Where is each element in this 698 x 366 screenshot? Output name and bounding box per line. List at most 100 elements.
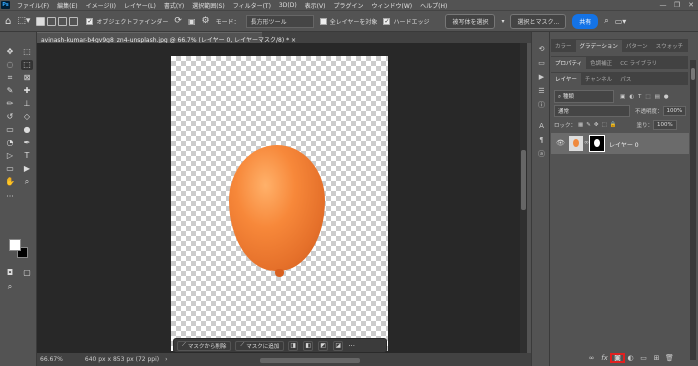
new-selection-icon[interactable]	[36, 16, 46, 26]
eyedropper-tool-icon[interactable]: ✎	[4, 86, 16, 96]
minimize-icon[interactable]: —	[656, 1, 670, 9]
menu-filter[interactable]: フィルター(T)	[229, 1, 275, 10]
crop-tool-icon[interactable]: ⌗	[4, 73, 16, 83]
brush-tool-icon[interactable]: ✏	[4, 99, 16, 109]
panel-scrollbar[interactable]	[690, 60, 696, 360]
close-icon[interactable]: ✕	[684, 1, 698, 9]
healing-brush-tool-icon[interactable]: ✚	[21, 86, 33, 96]
filter-adjustment-icon[interactable]: ◐	[629, 94, 634, 100]
menu-image[interactable]: イメージ(I)	[82, 1, 120, 10]
tab-color[interactable]: カラー	[551, 40, 576, 52]
zoom-hand-icon[interactable]: ✋	[4, 177, 16, 187]
menu-view[interactable]: 表示(V)	[301, 1, 330, 10]
select-subject-button[interactable]: 被写体を選択	[445, 13, 496, 29]
mode-select[interactable]: 長方形ツール	[245, 14, 314, 28]
blend-mode-select[interactable]: 通常	[554, 105, 630, 117]
subtract-selection-icon[interactable]	[58, 16, 68, 26]
add-selection-icon[interactable]	[47, 16, 57, 26]
more-tools-icon[interactable]: ···	[4, 192, 16, 202]
tab-gradient[interactable]: グラデーション	[575, 40, 622, 52]
home-icon[interactable]: ⌂	[5, 16, 11, 27]
marquee-tool-icon[interactable]: ⬚	[21, 47, 33, 57]
adjustment-layer-icon[interactable]: ◐	[624, 354, 637, 362]
menu-type[interactable]: 書式(Y)	[160, 1, 188, 10]
menu-plugins[interactable]: プラグイン	[329, 1, 367, 10]
gradient-tool-icon[interactable]: ▭	[4, 125, 16, 135]
comments-icon[interactable]: ▭	[537, 59, 546, 68]
object-finder-toggle[interactable]: ✓ オブジェクトファインダー	[86, 17, 168, 26]
tab-adjustments[interactable]: 色調補正	[586, 57, 616, 69]
menu-edit[interactable]: 編集(E)	[53, 1, 81, 10]
tab-paths[interactable]: パス	[616, 73, 635, 85]
quick-mask-icon[interactable]: ◘	[4, 268, 16, 278]
menu-file[interactable]: ファイル(F)	[13, 1, 53, 10]
new-layer-icon[interactable]: ⊞	[650, 354, 663, 362]
intersect-selection-icon[interactable]	[69, 16, 79, 26]
character-icon[interactable]: A	[537, 122, 546, 131]
share-button[interactable]: 共有	[572, 13, 599, 29]
tab-swatches[interactable]: スウォッチ	[652, 40, 688, 52]
visibility-eye-icon[interactable]: 👁	[556, 139, 565, 147]
hand-tool-icon[interactable]: ▶	[21, 164, 33, 174]
status-chevron-icon[interactable]: ›	[165, 356, 167, 363]
new-group-icon[interactable]: ▭	[637, 354, 650, 362]
show-objects-icon[interactable]: ▣	[188, 17, 196, 26]
search-tool-icon[interactable]: ⌕	[4, 282, 16, 292]
tab-channels[interactable]: チャンネル	[581, 73, 616, 85]
pen-tool-icon[interactable]: ✒	[21, 138, 33, 148]
history-brush-tool-icon[interactable]: ↺	[4, 112, 16, 122]
layer-kind-filter[interactable]: ⌕ 種類	[554, 90, 614, 103]
rectangle-tool-icon[interactable]: ▭	[4, 164, 16, 174]
lock-all-icon[interactable]: 🔒	[610, 122, 617, 128]
brush-settings-icon[interactable]: ☰	[537, 87, 546, 96]
search-icon[interactable]: ⌕	[604, 16, 608, 26]
fill-input[interactable]: 100%	[653, 120, 677, 130]
lock-transparency-icon[interactable]: ▦	[578, 122, 583, 128]
zoom-level[interactable]: 66.67%	[40, 356, 63, 363]
layer-thumbnail[interactable]	[569, 136, 583, 151]
refresh-icon[interactable]: ⟳	[174, 16, 182, 26]
delete-layer-icon[interactable]: 🗑	[663, 354, 676, 362]
fx-icon[interactable]: fx	[598, 354, 611, 362]
object-selection-tool-icon[interactable]: ⬚	[21, 60, 33, 70]
vertical-scroll-thumb[interactable]	[521, 150, 526, 210]
mask-option-icon[interactable]: ◧	[303, 340, 314, 351]
zoom-tool-icon[interactable]: ⌕	[21, 177, 33, 187]
filter-type-icon[interactable]: T	[638, 94, 641, 100]
menu-select[interactable]: 選択範囲(S)	[188, 1, 229, 10]
path-selection-tool-icon[interactable]: T	[21, 151, 33, 161]
menu-layer[interactable]: レイヤー(L)	[120, 1, 160, 10]
link-layers-icon[interactable]: ∞	[585, 354, 598, 362]
blur-tool-icon[interactable]: ●	[21, 125, 33, 135]
more-options-icon[interactable]: ···	[348, 342, 355, 350]
tab-cc-libraries[interactable]: CC ライブラリ	[616, 57, 661, 69]
all-layers-toggle[interactable]: 全レイヤーを対象	[319, 17, 377, 26]
filter-pixel-icon[interactable]: ▣	[620, 94, 625, 100]
horizontal-scroll-thumb[interactable]	[260, 358, 360, 363]
lock-image-icon[interactable]: ✎	[586, 122, 591, 128]
mask-link-icon[interactable]: ∞	[584, 139, 589, 146]
glyphs-icon[interactable]: ⓐ	[537, 150, 546, 159]
chevron-down-icon[interactable]: ▾	[501, 18, 504, 25]
clone-stamp-tool-icon[interactable]: ⊥	[21, 99, 33, 109]
tab-patterns[interactable]: パターン	[622, 40, 652, 52]
dodge-tool-icon[interactable]: ◔	[4, 138, 16, 148]
mask-feather-icon[interactable]: ◪	[333, 340, 344, 351]
document-tab[interactable]: avinash-kumar-b4gv9g8_zn4-unsplash.jpg @…	[37, 32, 296, 44]
subtract-from-mask-button[interactable]: ⟋ マスクから削除	[177, 340, 232, 351]
hard-edge-toggle[interactable]: ✓ ハードエッジ	[383, 17, 429, 26]
maximize-icon[interactable]: ❐	[670, 1, 684, 9]
add-layer-mask-icon[interactable]: ◙	[610, 353, 625, 363]
paragraph-icon[interactable]: ¶	[537, 136, 546, 145]
filter-shape-icon[interactable]: ⬚	[645, 94, 650, 100]
actions-icon[interactable]: ▶	[537, 73, 546, 82]
settings-gear-icon[interactable]: ⚙	[202, 16, 210, 26]
add-to-mask-button[interactable]: ⟋ マスクに追加	[235, 340, 285, 351]
panel-scroll-thumb[interactable]	[691, 68, 695, 80]
opacity-input[interactable]: 100%	[662, 106, 687, 116]
type-tool-icon[interactable]: ▷	[4, 151, 16, 161]
menu-3d[interactable]: 3D(D)	[275, 2, 301, 9]
move-tool-icon[interactable]: ✥	[4, 47, 16, 57]
layer-mask-thumbnail[interactable]	[589, 135, 605, 152]
menu-help[interactable]: ヘルプ(H)	[416, 1, 451, 10]
